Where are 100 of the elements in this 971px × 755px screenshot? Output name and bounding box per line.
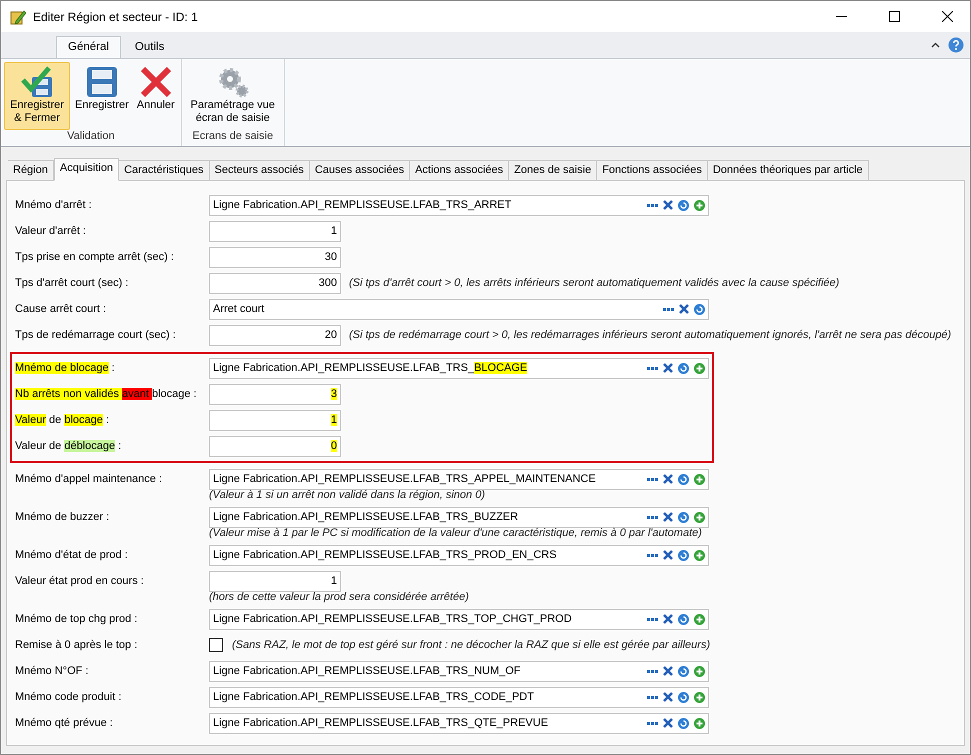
mnemonic-field[interactable]: Ligne Fabrication.API_REMPLISSEUSE.LFAB_TRS_NUM_OF	[209, 660, 709, 682]
close-icon[interactable]	[663, 363, 673, 373]
field-label: Valeur de blocage :	[14, 414, 110, 426]
help-icon[interactable]	[948, 37, 964, 53]
number-field[interactable]: 1	[209, 410, 341, 430]
number-field[interactable]: 0	[209, 436, 341, 456]
form-tab[interactable]: Données théoriques par article	[708, 160, 869, 181]
close-icon[interactable]	[663, 512, 673, 522]
refresh-icon[interactable]	[678, 512, 689, 522]
form-tab[interactable]: Zones de saisie	[509, 160, 598, 181]
add-icon[interactable]	[694, 614, 705, 624]
field-label: Mnémo qté prévue :	[14, 717, 114, 729]
ellipsis-icon[interactable]	[647, 618, 658, 620]
add-icon[interactable]	[694, 692, 705, 702]
add-icon[interactable]	[694, 512, 705, 522]
add-icon[interactable]	[694, 362, 705, 374]
hint-text: (Si tps d'arrêt court > 0, les arrêts inférieurs seront automatiquement validés avec la cause spécifiée)	[349, 277, 840, 289]
close-icon[interactable]	[663, 550, 673, 560]
field-label: Cause arrêt court :	[14, 303, 108, 315]
ellipsis-icon[interactable]	[647, 670, 658, 672]
hint-text: (hors de cette valeur la prod sera considérée arrêtée)	[209, 591, 470, 603]
ellipsis-icon[interactable]	[647, 478, 658, 480]
field-label: Mnémo de buzzer :	[14, 511, 110, 523]
ribbon-button[interactable]: Annuler	[134, 62, 178, 130]
mnemonic-field[interactable]: Arret court	[209, 298, 709, 320]
number-field[interactable]: 1	[209, 570, 341, 592]
refresh-icon[interactable]	[678, 550, 689, 560]
check-floppy-icon	[20, 65, 54, 99]
close-icon[interactable]	[663, 666, 673, 676]
ellipsis-icon[interactable]	[663, 308, 674, 310]
refresh-icon[interactable]	[678, 200, 689, 210]
refresh-icon[interactable]	[678, 666, 689, 676]
close-icon[interactable]	[663, 614, 673, 624]
mnemonic-field[interactable]: Ligne Fabrication.API_REMPLISSEUSE.LFAB_TRS_APPEL_MAINTENANCE	[209, 468, 709, 490]
ribbon-tab[interactable]: Outils	[122, 36, 176, 58]
refresh-icon[interactable]	[678, 718, 689, 728]
refresh-icon[interactable]	[678, 362, 689, 374]
refresh-icon[interactable]	[694, 304, 705, 314]
ellipsis-icon[interactable]	[647, 516, 658, 518]
form-tab[interactable]: Fonctions associées	[597, 160, 708, 181]
minimize-icon	[836, 16, 846, 18]
form-tab[interactable]: Actions associées	[410, 160, 510, 181]
field-label: Mnémo d'appel maintenance :	[14, 473, 164, 485]
mnemonic-field[interactable]: Ligne Fabrication.API_REMPLISSEUSE.LFAB_TRS_CODE_PDT	[209, 686, 709, 708]
caret-up-icon[interactable]	[931, 42, 940, 48]
add-icon[interactable]	[694, 474, 705, 484]
number-field[interactable]: 300	[209, 272, 341, 294]
refresh-icon[interactable]	[678, 692, 689, 702]
ellipsis-icon[interactable]	[647, 366, 658, 370]
hint-text: (Si tps de redémarrage court > 0, les redémarrages inférieurs seront automatiquement ignorés, l'arrêt ne sera pas découpé)	[349, 329, 952, 341]
notebook-pencil-icon	[10, 8, 26, 24]
ribbon-button[interactable]: Paramétrage vue écran de saisie	[184, 62, 281, 130]
mnemonic-field[interactable]: Ligne Fabrication.API_REMPLISSEUSE.LFAB_TRS_QTE_PREVUE	[209, 712, 709, 734]
number-field[interactable]: 1	[209, 220, 341, 242]
checkbox[interactable]	[209, 638, 223, 652]
ribbon-button[interactable]: Enregistrer & Fermer	[4, 62, 70, 130]
field-label: Mnémo N°OF :	[14, 665, 90, 677]
hint-text: (Sans RAZ, le mot de top est géré sur front : ne décocher la RAZ que si elle est gérée par ailleurs)	[232, 639, 710, 651]
add-icon[interactable]	[694, 666, 705, 676]
form-tab[interactable]: Secteurs associés	[210, 160, 310, 181]
mnemonic-field[interactable]: Ligne Fabrication.API_REMPLISSEUSE.LFAB_TRS_BUZZER	[209, 506, 709, 528]
ribbon-button[interactable]: Enregistrer	[72, 62, 132, 130]
close-icon[interactable]	[663, 692, 673, 702]
number-field[interactable]: 3	[209, 384, 341, 404]
hint-text: (Valeur à 1 si un arrêt non validé dans la région, sinon 0)	[209, 489, 486, 501]
ellipsis-icon[interactable]	[647, 204, 658, 206]
refresh-icon[interactable]	[678, 614, 689, 624]
mnemonic-field[interactable]: Ligne Fabrication.API_REMPLISSEUSE.LFAB_TRS_PROD_EN_CRS	[209, 544, 709, 566]
form-tab[interactable]: Caractéristiques	[119, 160, 210, 181]
field-label: Valeur de déblocage :	[14, 440, 122, 452]
number-field[interactable]: 30	[209, 246, 341, 268]
ribbon-tab[interactable]: Général	[56, 36, 121, 58]
form-tab[interactable]: Acquisition	[54, 158, 120, 181]
form-tab[interactable]: Causes associées	[310, 160, 410, 181]
ellipsis-icon[interactable]	[647, 722, 658, 724]
floppy-icon	[84, 65, 119, 99]
number-field[interactable]: 20	[209, 324, 341, 346]
field-label: Tps d'arrêt court (sec) :	[14, 277, 130, 289]
add-icon[interactable]	[694, 718, 705, 728]
group-label: Validation	[67, 130, 115, 144]
close-icon[interactable]	[663, 474, 673, 484]
group-label: Ecrans de saisie	[192, 130, 274, 144]
hint-text: (Valeur mise à 1 par le PC si modification de la valeur d'une caractéristique, remis à 0 par l'automate)	[209, 527, 703, 539]
mnemonic-field[interactable]: Ligne Fabrication.API_REMPLISSEUSE.LFAB_TRS_ARRET	[209, 194, 709, 216]
refresh-icon[interactable]	[678, 474, 689, 484]
close-icon[interactable]	[663, 718, 673, 728]
add-icon[interactable]	[694, 550, 705, 560]
form-tab[interactable]: Région	[8, 160, 54, 181]
field-label: Nb arrêts non validés avant blocage :	[14, 388, 198, 400]
window-title: Editer Région et secteur - ID: 1	[33, 10, 199, 24]
mnemonic-field[interactable]: Ligne Fabrication.API_REMPLISSEUSE.LFAB_TRS_BLOCAGE	[209, 358, 709, 378]
field-label: Mnémo de top chg prod :	[14, 613, 138, 625]
ellipsis-icon[interactable]	[647, 554, 658, 556]
field-label: Mnémo d'état de prod :	[14, 549, 129, 561]
ellipsis-icon[interactable]	[647, 696, 658, 698]
close-icon[interactable]	[679, 304, 689, 314]
add-icon[interactable]	[694, 200, 705, 210]
mnemonic-field[interactable]: Ligne Fabrication.API_REMPLISSEUSE.LFAB_TRS_TOP_CHGT_PROD	[209, 608, 709, 630]
field-label: Valeur d'arrêt :	[14, 225, 87, 237]
close-icon[interactable]	[663, 200, 673, 210]
